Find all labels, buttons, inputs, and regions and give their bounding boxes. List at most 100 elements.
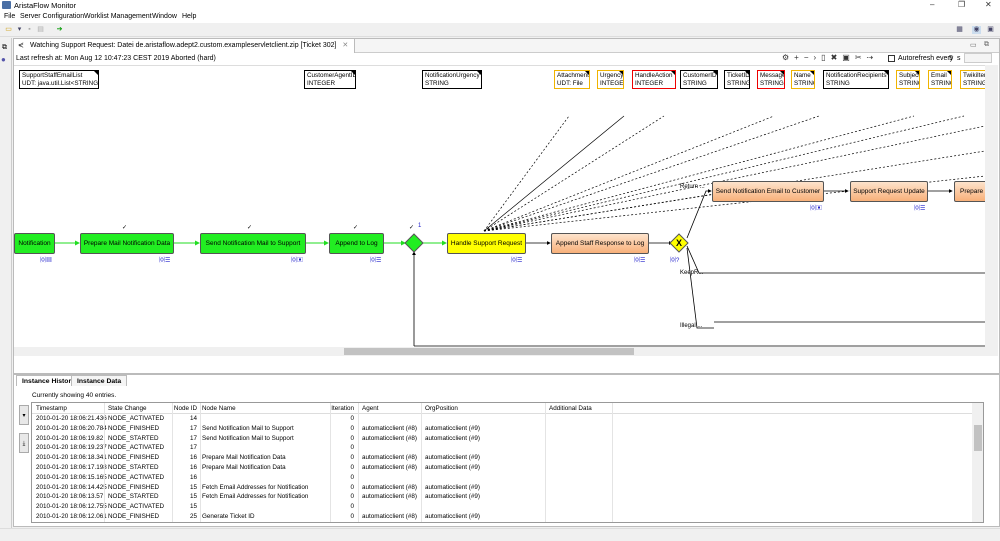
cell: 0 <box>350 513 354 520</box>
table-row[interactable]: 2010-01-20 18:06:12.061 NODE_FINISHED 25 Ge… <box>32 512 972 522</box>
node-handle-support-request[interactable]: Handle Support Request <box>447 233 526 254</box>
table-row[interactable]: 2010-01-20 18:06:15.165 NODE_ACTIVATED 16 0 <box>32 473 972 483</box>
node-prepare-m[interactable]: Prepare M <box>954 181 985 202</box>
node-send-notification-mail-to-support[interactable]: Send Notification Mail to Support <box>200 233 306 254</box>
cell: 15 <box>189 493 197 501</box>
instance-panel: Instance History Instance Data Currently… <box>13 374 1000 527</box>
node-data-icons: ⒪☰ <box>370 258 382 264</box>
data-element[interactable]: TicketID STRING <box>724 70 750 89</box>
print-icon[interactable]: ▤ <box>36 26 45 34</box>
data-element[interactable]: EmailSTRING <box>928 70 952 89</box>
perspective-icon[interactable]: ▦ <box>955 26 964 34</box>
data-element[interactable]: UrgencyINTEGER <box>597 70 624 89</box>
data-element[interactable]: TwikiItemSTRING <box>960 70 985 89</box>
data-element[interactable]: SupportStaffEmailList UDT: java.util.List… <box>19 70 99 89</box>
process-graph-canvas[interactable]: X SupportStaffEmailList UDT: java.util.Li… <box>14 65 985 347</box>
cell: 17 <box>189 424 197 432</box>
maximize-view-icon[interactable]: ⧉ <box>984 41 989 49</box>
minimize-button[interactable]: – <box>930 0 934 9</box>
cell: 0 <box>350 503 354 511</box>
close-button[interactable]: ✕ <box>985 0 992 9</box>
zoom-toolbar[interactable]: ⚙+−›▯✖▣✂⇢ <box>782 53 878 62</box>
node-append-staff-response-to-log[interactable]: Append Staff Response to Log <box>551 233 649 254</box>
perspective2-icon[interactable]: ▣ <box>986 26 995 34</box>
data-element[interactable]: SubjectSTRING <box>896 70 920 89</box>
menu-server-configuration[interactable]: Server Configuration <box>20 13 84 20</box>
data-element-type: UDT: java.util.List<STRING> <box>22 80 99 87</box>
autorefresh-value[interactable]: 5 <box>949 55 953 62</box>
cell: 0 <box>350 454 354 462</box>
tab-instance-data[interactable]: Instance Data <box>71 375 128 386</box>
data-element[interactable]: NotificationRecipients STRING <box>823 70 889 89</box>
table-row[interactable]: 2010-01-20 18:06:21.436 NODE_ACTIVATED 14 0 <box>32 414 972 424</box>
menu-file[interactable]: File <box>4 13 15 20</box>
cell: Node ID <box>173 405 197 412</box>
cell: automaticclient (#8) <box>362 464 417 471</box>
history-table: Timestamp State Change Node ID Node Name Ite… <box>31 402 984 523</box>
monitor-perspective-icon[interactable]: ◉ <box>972 26 981 34</box>
run-icon[interactable]: ➔ <box>55 26 64 34</box>
cell: OrgPosition <box>425 405 458 412</box>
table-row[interactable]: 2010-01-20 18:06:19.237 NODE_ACTIVATED 17 0 <box>32 443 972 453</box>
node-support-request-update[interactable]: Support Request Update <box>850 181 928 202</box>
data-element[interactable]: HandleAction INTEGER <box>632 70 676 89</box>
autorefresh-input[interactable] <box>964 53 992 63</box>
menu-help[interactable]: Help <box>182 13 196 20</box>
scroll-down-button[interactable]: ▾ <box>19 405 29 425</box>
node-data-icons: ⒪☰ <box>159 258 171 264</box>
minimize-view-icon[interactable]: ▭ <box>970 41 977 49</box>
table-header[interactable]: Timestamp State Change Node ID Node Name Ite… <box>32 404 972 414</box>
cell: 2010-01-20 18:06:15.165 <box>36 473 107 481</box>
node-notification[interactable]: Notification <box>14 233 55 254</box>
menu-window[interactable]: Window <box>152 13 177 20</box>
branch-label-return: Return ... <box>680 184 705 190</box>
table-row[interactable]: 2010-01-20 18:06:19.82 NODE_STARTED 17 Send… <box>32 434 972 444</box>
node-prepare-mail-notification-data[interactable]: Prepare Mail Notification Data <box>80 233 174 254</box>
column-divider <box>612 403 613 522</box>
node-append-to-log[interactable]: Append to Log <box>329 233 384 254</box>
graph-edges: X <box>55 115 985 347</box>
data-element[interactable]: Attachment UDT: File <box>554 70 590 89</box>
node-data-icons: ⒪? <box>670 258 680 264</box>
cell: automaticclient (#8) <box>362 493 417 501</box>
table-row[interactable]: 2010-01-20 18:06:12.755 NODE_ACTIVATED 15 0 <box>32 502 972 512</box>
cell: automaticclient (#8) <box>362 483 417 491</box>
close-tab-icon[interactable]: ✕ <box>342 42 348 49</box>
node-send-notification-email-to-customer[interactable]: Send Notification Email to Customer <box>712 181 824 202</box>
scroll-bottom-button[interactable]: ⤓ <box>19 433 29 453</box>
editor-tab[interactable]: ⋞ Watching Support Request: Datei de.ari… <box>14 39 356 53</box>
vertical-scrollbar[interactable] <box>985 65 998 356</box>
autorefresh-checkbox[interactable] <box>888 55 895 62</box>
toolbar: ▭ ▾ ▪ ▤ ➔ ▦ ◉ ▣ <box>0 23 1000 37</box>
data-element-name: TwikiItem <box>963 72 985 79</box>
table-row[interactable]: 2010-01-20 18:06:17.198 NODE_STARTED 16 Pre… <box>32 463 972 473</box>
cell: automaticclient (#9) <box>425 464 480 471</box>
node-data-icons: ⒪☰ <box>511 258 523 264</box>
scrollbar-thumb[interactable] <box>974 425 982 451</box>
data-element[interactable]: CustomerAgentID INTEGER <box>304 70 356 89</box>
table-row[interactable]: 2010-01-20 18:06:14.425 NODE_FINISHED 15 Fe… <box>32 483 972 493</box>
maximize-button[interactable]: ❐ <box>958 0 965 9</box>
view-icon[interactable]: ● <box>1 55 6 64</box>
restore-icon[interactable]: ⧉ <box>2 44 7 52</box>
scrollbar-thumb[interactable] <box>344 348 634 355</box>
menu-worklist-management[interactable]: Worklist Management <box>84 13 152 20</box>
data-element[interactable]: Message STRING <box>757 70 785 89</box>
cell: automaticclient (#8) <box>362 424 417 432</box>
horizontal-scrollbar[interactable] <box>14 347 985 356</box>
table-row[interactable]: 2010-01-20 18:06:13.57 NODE_STARTED 15 Fetc… <box>32 492 972 502</box>
data-element[interactable]: NotificationUrgency STRING <box>422 70 482 89</box>
table-scrollbar[interactable] <box>972 403 983 522</box>
save-icon[interactable]: ▪ <box>25 26 34 34</box>
data-element[interactable]: CustomerID STRING <box>680 70 718 89</box>
column-divider <box>330 403 331 522</box>
table-row[interactable]: 2010-01-20 18:06:18.341 NODE_FINISHED 16 Pr… <box>32 453 972 463</box>
cell: 0 <box>350 434 354 442</box>
table-row[interactable]: 2010-01-20 18:06:20.784 NODE_FINISHED 17 Se… <box>32 424 972 434</box>
data-element-type: STRING <box>899 80 919 87</box>
new-icon[interactable]: ▭ <box>4 26 13 34</box>
data-element[interactable]: NameSTRING <box>791 70 815 89</box>
branch-label-illegal: Illegal ... <box>680 323 703 329</box>
node-data-icons: ⒪☰ <box>634 258 646 264</box>
dropdown-icon[interactable]: ▾ <box>15 26 24 34</box>
